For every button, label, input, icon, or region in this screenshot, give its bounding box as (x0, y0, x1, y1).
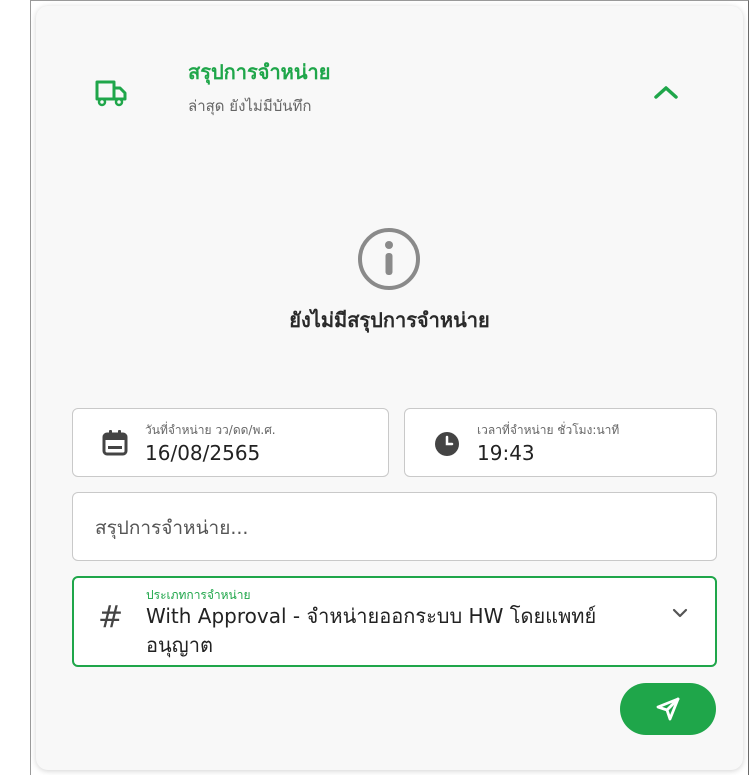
discharge-time-field[interactable]: เวลาที่จำหน่าย ชั่วโมง:นาที 19:43 (404, 408, 717, 477)
discharge-date-field[interactable]: วันที่จำหน่าย วว/ดด/พ.ศ. 16/08/2565 (72, 408, 389, 477)
send-icon (656, 697, 680, 721)
discharge-summary-card: สรุปการจำหน่าย ล่าสุด ยังไม่มีบันทึก ยัง… (36, 6, 743, 770)
chevron-down-icon[interactable] (669, 602, 691, 624)
discharge-type-select[interactable]: # ประเภทการจำหน่าย With Approval - จำหน่… (72, 576, 717, 667)
section-title: สรุปการจำหน่าย (188, 60, 331, 84)
send-button[interactable] (620, 683, 716, 735)
discharge-date-label: วันที่จำหน่าย วว/ดด/พ.ศ. (145, 423, 276, 437)
discharge-time-label: เวลาที่จำหน่าย ชั่วโมง:นาที (477, 423, 620, 437)
collapse-button[interactable] (646, 72, 686, 112)
section-subtitle: ล่าสุด ยังไม่มีบันทึก (188, 97, 312, 115)
discharge-summary-input[interactable] (93, 493, 697, 562)
discharge-time-value[interactable]: 19:43 (477, 441, 535, 465)
hash-icon: # (98, 600, 124, 635)
clock-icon (435, 432, 459, 456)
empty-state-message: ยังไม่มีสรุปการจำหน่าย (289, 308, 490, 332)
info-icon (358, 228, 420, 290)
calendar-icon (102, 430, 128, 456)
discharge-summary-field[interactable] (72, 492, 717, 562)
discharge-type-value[interactable]: With Approval - จำหน่ายออกระบบ HW โดยแพท… (146, 602, 646, 660)
truck-icon (95, 80, 127, 107)
chevron-up-icon (654, 86, 678, 99)
discharge-date-value[interactable]: 16/08/2565 (145, 441, 260, 465)
